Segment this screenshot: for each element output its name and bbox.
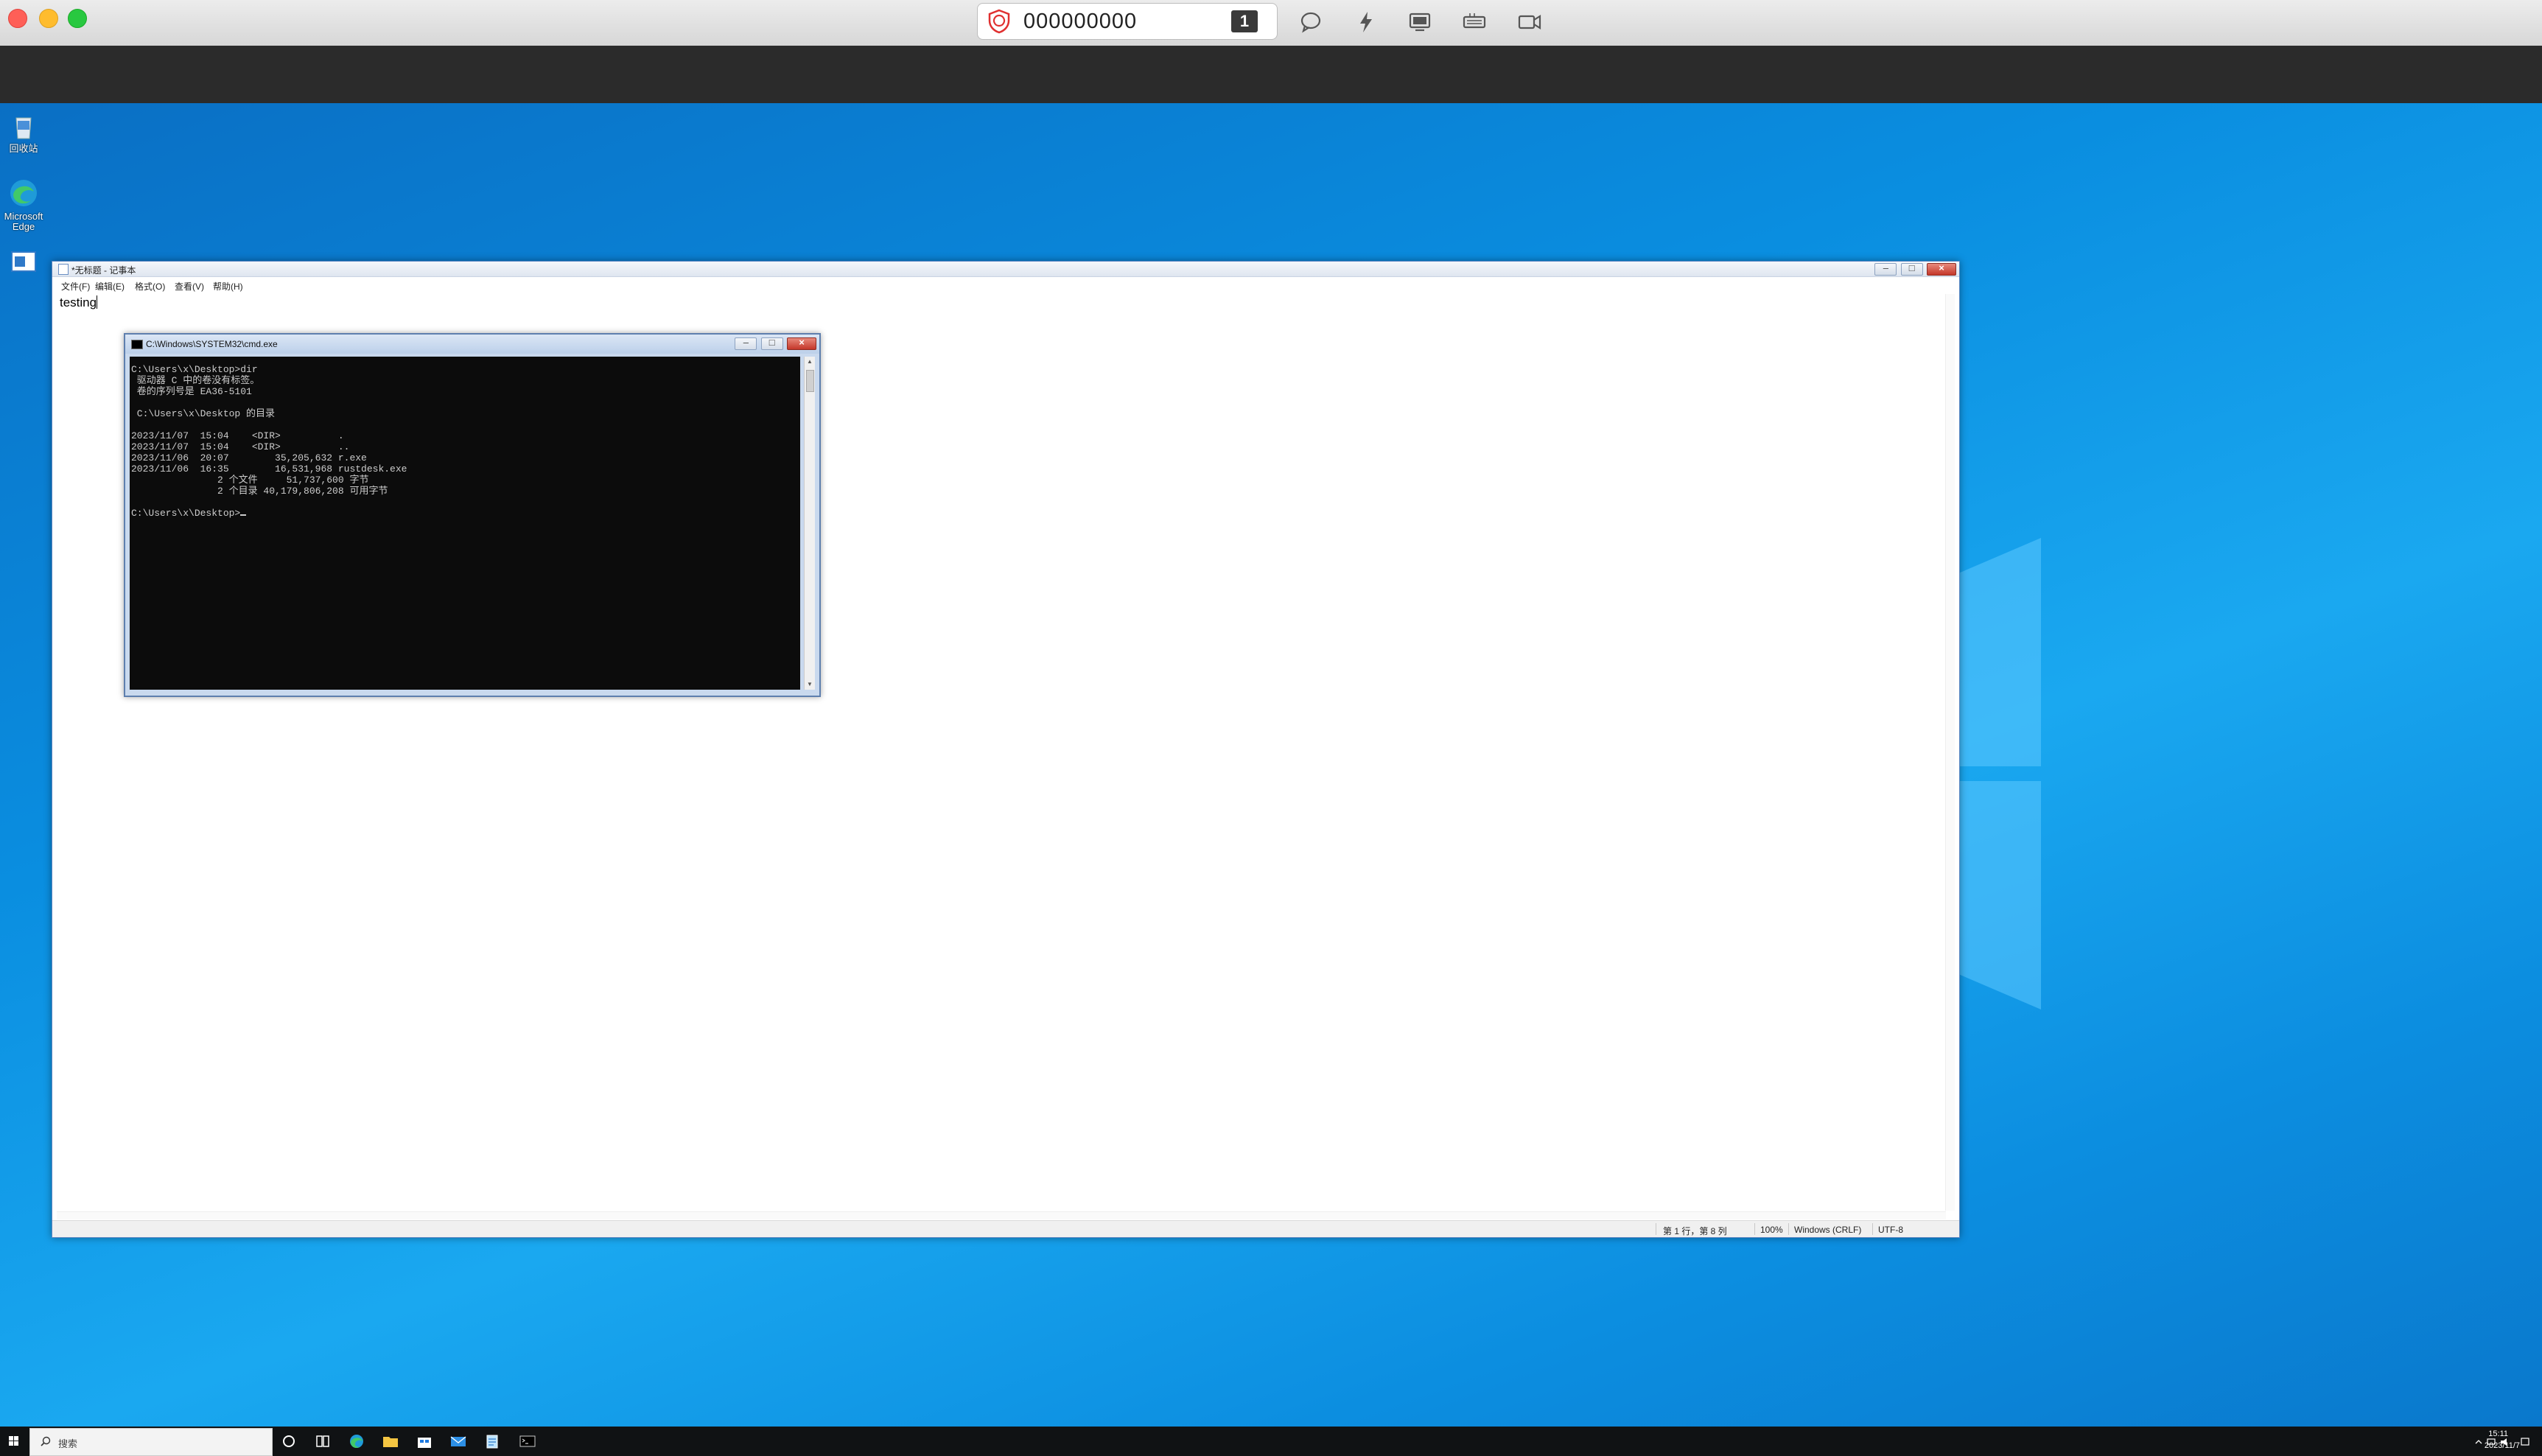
notepad-title: *无标题 - 记事本 — [71, 265, 136, 276]
window-minimize-button[interactable] — [39, 9, 58, 28]
task-view-icon[interactable] — [308, 1429, 337, 1453]
cmd-app-icon — [131, 340, 143, 349]
cmd-maximize-button[interactable]: □ — [760, 337, 783, 350]
status-zoom: 100% — [1760, 1225, 1783, 1235]
status-separator — [1872, 1223, 1873, 1235]
notepad-vertical-scrollbar[interactable] — [1945, 294, 1955, 1211]
desktop-icon-recycle-bin[interactable]: 回收站 — [3, 112, 44, 154]
display-icon[interactable] — [1404, 6, 1436, 38]
status-separator — [1788, 1223, 1789, 1235]
monitor-index-badge[interactable]: 1 — [1231, 10, 1258, 32]
cmd-close-button[interactable]: × — [787, 337, 816, 350]
notepad-minimize-button[interactable]: – — [1874, 262, 1897, 276]
menu-format[interactable]: 格式(O) — [135, 280, 165, 293]
status-cursor-position: 第 1 行，第 8 列 — [1663, 1226, 1727, 1236]
minimize-icon: – — [743, 337, 749, 348]
cmd-vertical-scrollbar[interactable]: ▲ ▼ — [804, 357, 815, 690]
lightning-action-icon[interactable] — [1350, 6, 1382, 38]
menu-help[interactable]: 帮助(H) — [213, 280, 243, 293]
system-tray: 15:11 2023/11/7 — [2409, 1427, 2542, 1456]
cmd-output: C:\Users\x\Desktop>dir 驱动器 C 中的卷没有标签。 卷的… — [131, 364, 407, 519]
file-explorer-icon[interactable] — [376, 1429, 405, 1453]
clock-date[interactable]: 2023/11/7 — [2485, 1441, 2520, 1450]
cmd-console[interactable]: C:\Users\x\Desktop>dir 驱动器 C 中的卷没有标签。 卷的… — [130, 357, 800, 690]
window-app-icon — [11, 251, 36, 272]
notepad-text-area[interactable]: testing — [60, 295, 98, 310]
menu-file[interactable]: 文件(F) — [61, 280, 90, 293]
edge-icon — [10, 180, 37, 206]
status-encoding: UTF-8 — [1878, 1225, 1903, 1235]
cmd-window[interactable]: C:\Windows\SYSTEM32\cmd.exe – □ × C:\Use… — [124, 333, 821, 697]
status-line-ending: Windows (CRLF) — [1794, 1225, 1862, 1235]
search-placeholder: 搜索 — [58, 1438, 78, 1449]
cmd-cursor — [240, 514, 247, 516]
start-button-windows-icon[interactable] — [0, 1427, 28, 1456]
cmd-caption-buttons: – □ × — [733, 337, 816, 350]
mail-icon[interactable] — [444, 1429, 473, 1453]
notepad-close-button[interactable]: × — [1927, 262, 1956, 276]
notepad-maximize-button[interactable]: □ — [1900, 262, 1923, 276]
cortana-icon[interactable] — [274, 1429, 304, 1453]
minimize-icon: – — [1883, 262, 1888, 273]
window-close-button[interactable] — [8, 9, 27, 28]
desktop-icon-app[interactable] — [3, 251, 44, 278]
notepad-menubar: 文件(F) 编辑(E) 格式(O) 查看(V) 帮助(H) — [52, 277, 1959, 292]
peer-id-box[interactable]: 000000000 1 — [977, 3, 1278, 40]
peer-id: 000000000 — [1023, 10, 1138, 33]
video-camera-icon[interactable] — [1513, 6, 1546, 38]
clock-time[interactable]: 15:11 — [2488, 1429, 2508, 1438]
notepad-content: testing — [60, 295, 97, 309]
shield-icon — [988, 9, 1010, 34]
cmd-title: C:\Windows\SYSTEM32\cmd.exe — [146, 339, 278, 349]
notepad-app-icon — [58, 264, 69, 275]
desktop-icon-label: Microsoft Edge — [4, 211, 43, 232]
remote-desktop[interactable]: 回收站 Microsoft Edge *无标题 - 记事本 – □ × 文件(F… — [0, 103, 2542, 1427]
status-separator — [1754, 1223, 1755, 1235]
menu-edit[interactable]: 编辑(E) — [95, 280, 125, 293]
menu-view[interactable]: 查看(V) — [175, 280, 204, 293]
notepad-caption-buttons: – □ × — [1873, 262, 1956, 276]
notepad-taskbar-icon[interactable] — [477, 1429, 507, 1453]
taskbar-search-box[interactable]: 搜索 — [29, 1428, 273, 1456]
notepad-horizontal-scrollbar[interactable] — [57, 1211, 1946, 1219]
recycle-bin-icon — [15, 117, 32, 139]
maximize-icon: □ — [768, 337, 775, 348]
scroll-up-arrow-icon[interactable]: ▲ — [805, 357, 815, 367]
cmd-titlebar[interactable]: C:\Windows\SYSTEM32\cmd.exe – □ × — [125, 335, 819, 354]
remote-header-strip — [0, 46, 2542, 103]
window-maximize-button[interactable] — [68, 9, 87, 28]
desktop-icon-label: 回收站 — [9, 143, 38, 154]
windows-taskbar: 搜索 15:11 2023/11/7 — [0, 1427, 2542, 1456]
notepad-statusbar: 第 1 行，第 8 列 100% Windows (CRLF) UTF-8 — [52, 1220, 1959, 1237]
maximize-icon: □ — [1908, 262, 1915, 273]
notepad-titlebar[interactable]: *无标题 - 记事本 – □ × — [52, 262, 1959, 277]
edge-taskbar-icon[interactable] — [342, 1429, 371, 1453]
cmd-minimize-button[interactable]: – — [735, 337, 757, 350]
scrollbar-thumb[interactable] — [806, 370, 814, 392]
chat-icon[interactable] — [1295, 6, 1327, 38]
close-icon: × — [1939, 262, 1944, 273]
close-icon: × — [799, 337, 805, 348]
search-icon — [41, 1436, 51, 1446]
remote-toolbar: 000000000 1 — [0, 0, 2542, 46]
desktop-icon-edge[interactable]: Microsoft Edge — [3, 177, 44, 232]
store-icon[interactable] — [410, 1429, 439, 1453]
keyboard-icon[interactable] — [1458, 6, 1491, 38]
cmd-taskbar-icon[interactable] — [513, 1429, 542, 1453]
scroll-down-arrow-icon[interactable]: ▼ — [805, 679, 815, 690]
